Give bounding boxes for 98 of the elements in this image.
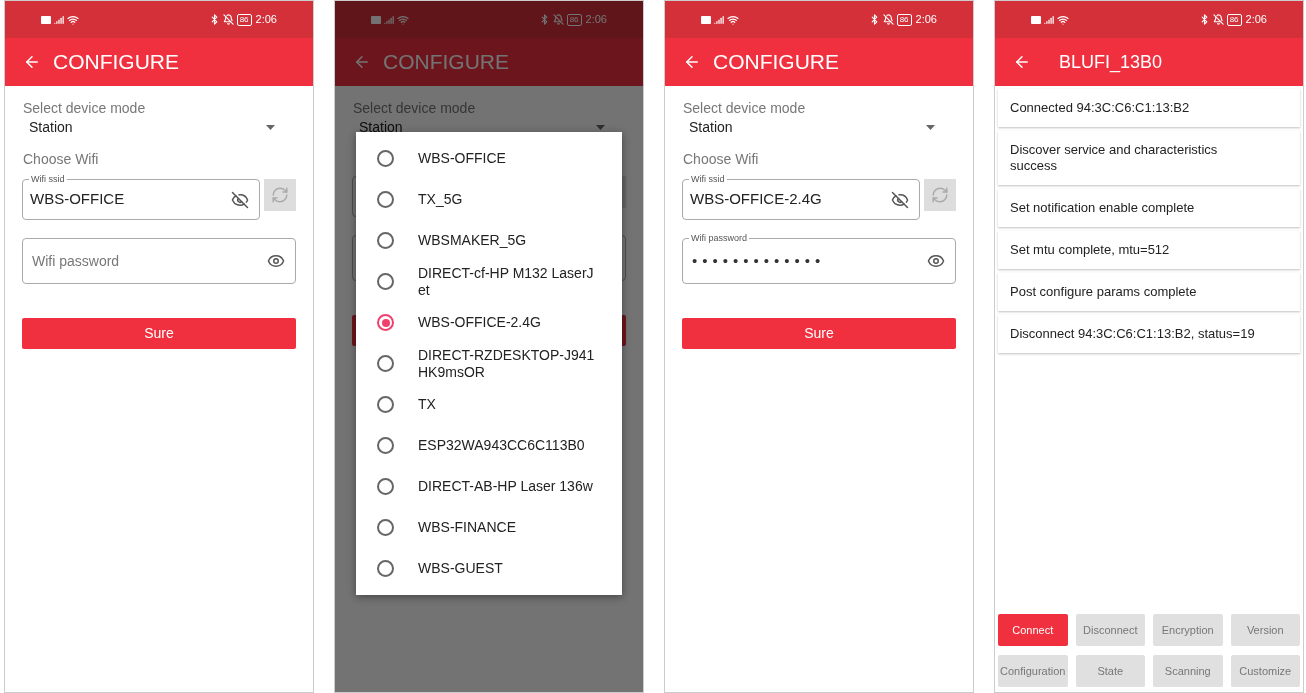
wifi-option[interactable]: DIRECT-AB-HP Laser 136w xyxy=(356,466,622,507)
show-password-icon[interactable] xyxy=(267,252,285,270)
wifi-option[interactable]: WBS-FINANCE xyxy=(356,507,622,548)
radio-button[interactable] xyxy=(377,560,394,577)
option-label: DIRECT-AB-HP Laser 136w xyxy=(418,478,593,495)
option-label: DIRECT-RZDESKTOP-J941HK9msOR xyxy=(418,346,596,381)
radio-button[interactable] xyxy=(377,314,394,331)
password-field[interactable]: Wifi password xyxy=(22,238,296,284)
back-icon[interactable] xyxy=(1013,53,1031,71)
action-button[interactable]: Disconnect xyxy=(1075,614,1145,646)
dropdown-caret-icon xyxy=(926,124,935,130)
bell-off-icon xyxy=(1212,14,1224,25)
wifi-option[interactable]: WBS-OFFICE xyxy=(356,138,622,179)
field-label: Wifi ssid xyxy=(29,173,67,185)
field-label: Wifi password xyxy=(689,232,749,244)
log-message: Discover service and characteristics success xyxy=(998,131,1300,185)
wifi-option[interactable]: WBSMAKER_5G xyxy=(356,220,622,261)
option-label: TX_5G xyxy=(418,191,463,208)
signal-icon xyxy=(54,14,64,25)
toolbar-title: BLUFI_13B0 xyxy=(1059,50,1163,75)
section-label: Choose Wifi xyxy=(683,150,760,169)
dropdown-caret-icon xyxy=(266,124,275,130)
action-button[interactable]: Configuration xyxy=(998,655,1068,687)
refresh-icon xyxy=(931,186,949,204)
mode-dropdown[interactable]: Station xyxy=(683,117,955,137)
log-message: Post configure params complete xyxy=(998,273,1300,311)
battery-icon: 86 xyxy=(1226,13,1242,26)
wifi-option[interactable]: WBS-OFFICE-2.4G xyxy=(356,302,622,343)
option-label: TX xyxy=(418,396,436,413)
wifi-option[interactable]: DIRECT-RZDESKTOP-J941HK9msOR xyxy=(356,343,622,384)
clock-time: 2:06 xyxy=(915,12,937,28)
battery-icon: 86 xyxy=(896,13,912,26)
select-label: Select device mode xyxy=(683,99,807,117)
radio-button[interactable] xyxy=(377,478,394,495)
bell-off-icon xyxy=(552,14,564,25)
radio-button[interactable] xyxy=(377,355,394,372)
toolbar-title: CONFIGURE xyxy=(383,49,509,76)
option-label: WBS-OFFICE-2.4G xyxy=(418,314,541,331)
field-label: Wifi ssid xyxy=(689,173,727,185)
wifi-option[interactable]: ESP32WA943CC6C113B0 xyxy=(356,425,622,466)
action-button[interactable]: Version xyxy=(1230,614,1300,646)
bell-off-icon xyxy=(222,14,234,25)
log-message: Set notification enable complete xyxy=(998,189,1300,227)
wifi-option[interactable]: DIRECT-cf-HP M132 LaserJet xyxy=(356,261,622,302)
action-button[interactable]: Connect xyxy=(998,614,1068,646)
log-message: Connected 94:3C:C6:C1:13:B2 xyxy=(998,89,1300,127)
section-label: Choose Wifi xyxy=(23,150,100,169)
signal-icon xyxy=(714,14,724,25)
log-message: Set mtu complete, mtu=512 xyxy=(998,231,1300,269)
select-label: Select device mode xyxy=(23,99,147,117)
hide-password-icon[interactable] xyxy=(891,190,909,209)
action-button[interactable]: Encryption xyxy=(1153,614,1223,646)
dropdown-caret-icon xyxy=(596,124,605,130)
toolbar-title: CONFIGURE xyxy=(53,49,179,76)
toolbar-title: CONFIGURE xyxy=(713,49,839,76)
sure-button[interactable]: Sure xyxy=(682,318,956,349)
radio-button[interactable] xyxy=(377,150,394,167)
hide-password-icon[interactable] xyxy=(231,190,249,209)
mode-dropdown[interactable]: Station xyxy=(23,117,295,137)
wifi-icon xyxy=(727,13,739,26)
option-label: WBS-FINANCE xyxy=(418,519,516,536)
battery-icon: 86 xyxy=(236,13,252,26)
radio-button[interactable] xyxy=(377,519,394,536)
clock-time: 2:06 xyxy=(255,12,277,28)
wifi-option[interactable]: TX_5G xyxy=(356,179,622,220)
radio-button[interactable] xyxy=(377,273,394,290)
back-icon[interactable] xyxy=(23,53,41,71)
option-label: WBSMAKER_5G xyxy=(418,232,527,249)
action-button[interactable]: Scanning xyxy=(1153,655,1223,687)
clock-time: 2:06 xyxy=(1245,12,1267,28)
battery-icon: 86 xyxy=(566,13,582,26)
radio-button[interactable] xyxy=(377,191,394,208)
wifi-option[interactable]: TX xyxy=(356,384,622,425)
action-button[interactable]: State xyxy=(1075,655,1145,687)
signal-icon xyxy=(384,14,394,25)
clock-time: 2:06 xyxy=(585,12,607,28)
wifi-icon xyxy=(1057,13,1069,26)
bell-off-icon xyxy=(882,14,894,25)
radio-button[interactable] xyxy=(377,232,394,249)
option-label: ESP32WA943CC6C113B0 xyxy=(418,437,585,454)
back-icon[interactable] xyxy=(683,53,701,71)
back-icon[interactable] xyxy=(353,53,371,71)
radio-button[interactable] xyxy=(377,396,394,413)
option-label: WBS-GUEST xyxy=(418,560,503,577)
option-label: DIRECT-cf-HP M132 LaserJet xyxy=(418,264,595,299)
mode-dropdown[interactable]: Station xyxy=(353,117,625,137)
show-password-icon[interactable] xyxy=(927,252,945,270)
wifi-icon xyxy=(397,13,409,26)
refresh-icon xyxy=(271,186,289,204)
select-label: Select device mode xyxy=(353,99,477,117)
radio-button[interactable] xyxy=(377,437,394,454)
sure-button[interactable]: Sure xyxy=(22,318,296,349)
signal-icon xyxy=(1044,14,1054,25)
wifi-icon xyxy=(67,13,79,26)
wifi-option[interactable]: WBS-GUEST xyxy=(356,548,622,589)
action-button[interactable]: Customize xyxy=(1230,655,1300,687)
log-message: Disconnect 94:3C:C6:C1:13:B2, status=19 xyxy=(998,315,1300,353)
option-label: WBS-OFFICE xyxy=(418,150,506,167)
